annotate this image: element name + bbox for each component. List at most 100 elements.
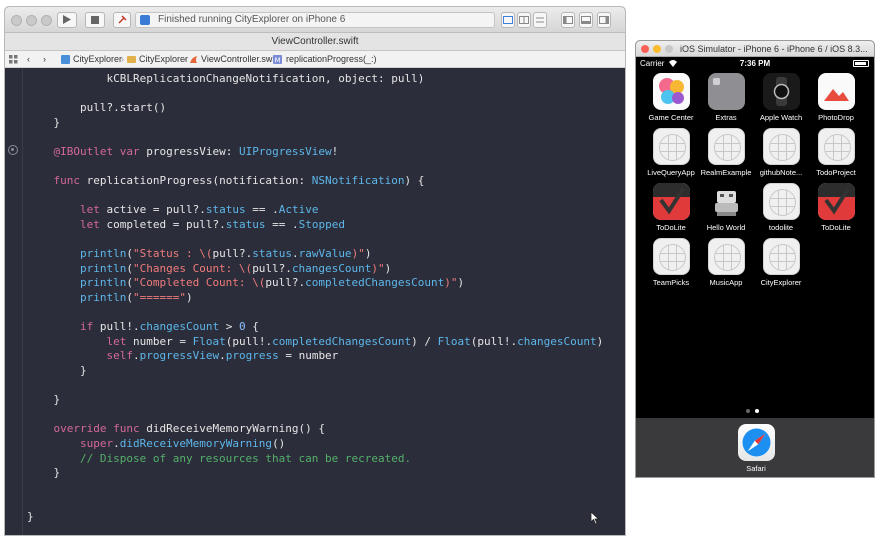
activity-viewer: Finished running CityExplorer on iPhone …: [135, 12, 495, 28]
assistant-editor-button[interactable]: [517, 12, 531, 28]
app-realmexample[interactable]: RealmExample: [700, 128, 752, 177]
close-window-button[interactable]: [641, 45, 649, 53]
simulator-title: iOS Simulator - iPhone 6 - iPhone 6 / iO…: [680, 44, 868, 54]
code-line[interactable]: if pull!.changesCount > 0 {: [27, 320, 259, 334]
app-apple-watch[interactable]: Apple Watch: [755, 73, 807, 122]
app-todoproject[interactable]: TodoProject: [810, 128, 862, 177]
app-label: Extras: [715, 113, 737, 122]
debug-area-toggle-button[interactable]: [579, 12, 593, 28]
xcode-window: Finished running CityExplorer on iPhone …: [4, 6, 626, 536]
code-token: status: [225, 218, 266, 231]
code-line[interactable]: let active = pull?.status == .Active: [27, 203, 318, 217]
outlet-connection-icon[interactable]: [8, 145, 18, 155]
app-livequeryapp[interactable]: LiveQueryApp: [645, 128, 697, 177]
navigator-toggle-button[interactable]: [561, 12, 575, 28]
run-button[interactable]: [57, 12, 77, 28]
code-line[interactable]: }: [27, 510, 34, 524]
app-safari[interactable]: Safari: [730, 424, 782, 473]
code-token: 0: [238, 320, 246, 334]
page-indicator[interactable]: [746, 409, 776, 415]
stop-button[interactable]: [85, 12, 105, 28]
app-photodrop[interactable]: PhotoDrop: [810, 73, 862, 122]
code-token: println: [79, 261, 127, 275]
minimize-window-button[interactable]: [653, 45, 661, 53]
related-items-icon[interactable]: [9, 55, 18, 64]
code-token: >: [219, 320, 239, 334]
app-todolite[interactable]: ToDoLite: [645, 183, 697, 232]
jump-bar-method[interactable]: replicationProgress(_:): [286, 51, 377, 68]
code-line[interactable]: println("Status : \(pull?.status.rawValu…: [27, 247, 371, 261]
code-token: )": [371, 261, 385, 275]
app-hello-world[interactable]: Hello World: [700, 183, 752, 232]
code-line[interactable]: println("Completed Count: \(pull?.comple…: [27, 276, 464, 290]
code-line[interactable]: override func didReceiveMemoryWarning() …: [27, 422, 326, 436]
code-line[interactable]: // Dispose of any resources that can be …: [27, 452, 411, 466]
app-todolite[interactable]: ToDoLite: [810, 183, 862, 232]
code-token: changesCount: [291, 261, 372, 275]
code-token: completed = pull?.: [99, 218, 226, 231]
close-window-button[interactable]: [11, 15, 22, 26]
code-line[interactable]: kCBLReplicationChangeNotification, objec…: [27, 72, 424, 86]
app-cityexplorer[interactable]: CityExplorer: [755, 238, 807, 287]
standard-editor-button[interactable]: [501, 12, 515, 28]
code-line[interactable]: println("Changes Count: \(pull?.changesC…: [27, 262, 391, 276]
code-token: ) /: [411, 334, 438, 348]
code-line[interactable]: func replicationProgress(notification: N…: [27, 174, 425, 188]
app-label: todolite: [768, 223, 794, 232]
app-teampicks[interactable]: TeamPicks: [645, 238, 697, 287]
code-line[interactable]: @IBOutlet var progressView: UIProgressVi…: [27, 145, 339, 159]
zoom-window-button[interactable]: [665, 45, 673, 53]
back-arrow-icon[interactable]: ‹: [27, 51, 30, 68]
chevron-right-icon: ›: [121, 54, 124, 64]
editor-gutter[interactable]: [5, 68, 23, 535]
page-dot[interactable]: [746, 409, 750, 413]
zoom-window-button[interactable]: [41, 15, 52, 26]
ios-status-bar: Carrier 7:36 PM: [636, 57, 874, 70]
page-dot[interactable]: [755, 409, 759, 413]
code-token: "======": [132, 291, 186, 304]
code-line[interactable]: println("======"): [27, 291, 193, 305]
code-line[interactable]: let number = Float(pull!.completedChange…: [27, 335, 603, 349]
jump-bar-group[interactable]: CityExplorer: [139, 51, 188, 68]
scheme-selector[interactable]: [113, 12, 131, 28]
minimize-window-button[interactable]: [26, 15, 37, 26]
code-token: let: [79, 203, 100, 217]
battery-icon: [853, 60, 869, 67]
code-line[interactable]: super.didReceiveMemoryWarning(): [27, 437, 285, 451]
code-line[interactable]: }: [27, 364, 87, 378]
code-line[interactable]: self.progressView.progress = number: [27, 349, 338, 363]
app-game-center[interactable]: Game Center: [645, 73, 697, 122]
code-line[interactable]: pull?.start(): [27, 101, 166, 115]
code-token: (): [272, 437, 286, 450]
code-line[interactable]: let completed = pull?.status == .Stopped: [27, 218, 345, 232]
version-editor-button[interactable]: [533, 12, 547, 28]
editor-tab-title: ViewController.swift: [271, 36, 359, 47]
code-line[interactable]: }: [27, 116, 60, 130]
code-token: (: [126, 247, 133, 261]
source-editor[interactable]: kCBLReplicationChangeNotification, objec…: [5, 68, 625, 535]
code-token: )": [351, 247, 365, 261]
forward-arrow-icon[interactable]: ›: [43, 51, 46, 68]
jump-bar-project[interactable]: CityExplorer: [73, 51, 122, 68]
code-token: pull!.: [93, 320, 140, 334]
code-token: changesCount: [517, 334, 597, 348]
code-token: // Dispose of any resources that can be …: [27, 451, 412, 465]
safari-icon: [737, 424, 775, 461]
placeholder-app-icon: [652, 128, 690, 165]
code-token: pull?.: [212, 247, 253, 261]
code-token: number =: [126, 334, 193, 348]
utilities-toggle-button[interactable]: [597, 12, 611, 28]
code-token: progressView: [139, 349, 220, 363]
code-line[interactable]: }: [27, 393, 60, 407]
app-todolite[interactable]: todolite: [755, 183, 807, 232]
editor-tab[interactable]: ViewController.swift: [5, 33, 625, 51]
code-token: func: [113, 422, 140, 436]
app-musicapp[interactable]: MusicApp: [700, 238, 752, 287]
code-token: (: [126, 276, 133, 290]
dock: Safari: [636, 418, 874, 477]
folder-icon: [127, 56, 136, 63]
app-extras[interactable]: Extras: [700, 73, 752, 122]
code-line[interactable]: }: [27, 466, 60, 480]
app-githubnote[interactable]: githubNote...: [755, 128, 807, 177]
